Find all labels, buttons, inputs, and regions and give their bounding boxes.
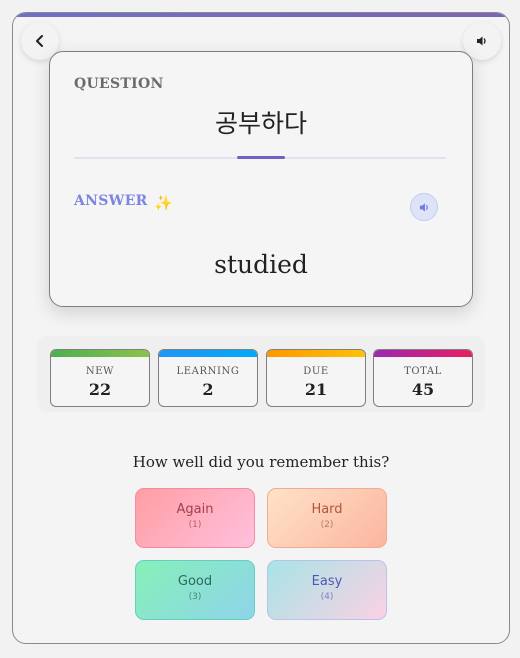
stat-value: 45	[411, 380, 435, 399]
stat-learning: LEARNING 2	[158, 349, 258, 407]
sparkle-icon: ✨	[154, 194, 173, 212]
good-shortcut: (3)	[188, 592, 202, 602]
stat-color-bar	[159, 350, 257, 357]
top-accent-bar	[13, 13, 509, 17]
speaker-icon	[477, 36, 486, 46]
again-shortcut: (1)	[188, 520, 202, 530]
good-label: Good	[177, 574, 213, 589]
easy-shortcut: (4)	[320, 592, 334, 602]
stat-color-bar	[267, 350, 365, 357]
again-button[interactable]: Again (1)	[135, 488, 255, 548]
answer-text: studied	[214, 250, 308, 279]
app-frame: QUESTION 공부하다 ANSWER ✨ studied NEW 22 LE…	[12, 12, 510, 644]
stat-label: NEW	[85, 366, 115, 377]
chevron-left-icon	[36, 35, 43, 47]
stat-label: LEARNING	[176, 366, 240, 377]
speaker-icon	[419, 202, 428, 212]
divider-accent	[237, 156, 285, 159]
stat-value: 21	[304, 380, 328, 399]
question-label: QUESTION	[74, 76, 164, 92]
recall-prompt: How well did you remember this?	[132, 453, 390, 471]
good-button[interactable]: Good (3)	[135, 560, 255, 620]
stat-total: TOTAL 45	[373, 349, 473, 407]
question-text: 공부하다	[214, 109, 307, 138]
stat-label: DUE	[303, 366, 329, 377]
hard-button[interactable]: Hard (2)	[267, 488, 387, 548]
stat-value: 2	[202, 380, 214, 399]
stat-new: NEW 22	[50, 349, 150, 407]
easy-label: Easy	[311, 574, 343, 589]
hard-shortcut: (2)	[320, 520, 334, 530]
easy-button[interactable]: Easy (4)	[267, 560, 387, 620]
answer-audio-button[interactable]	[410, 193, 438, 221]
stat-color-bar	[51, 350, 149, 357]
hard-label: Hard	[311, 502, 343, 517]
stat-due: DUE 21	[266, 349, 366, 407]
flashcard[interactable]: QUESTION 공부하다 ANSWER ✨ studied	[49, 51, 473, 307]
again-label: Again	[176, 502, 214, 517]
stat-label: TOTAL	[404, 366, 442, 377]
stats-panel: NEW 22 LEARNING 2 DUE 21 TOTAL 45	[37, 336, 485, 412]
answer-label: ANSWER	[74, 193, 148, 209]
stat-color-bar	[374, 350, 472, 357]
stat-value: 22	[88, 380, 112, 399]
